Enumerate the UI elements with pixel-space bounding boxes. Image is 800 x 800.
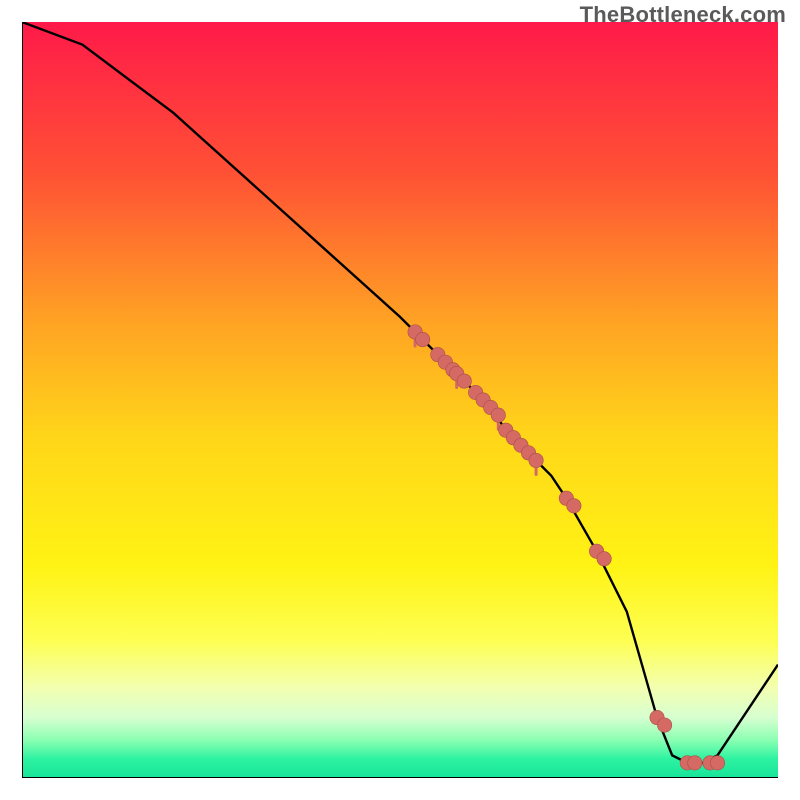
data-point <box>491 408 505 422</box>
data-point <box>710 756 724 770</box>
data-point <box>657 718 671 732</box>
chart-background <box>22 22 778 778</box>
data-point <box>415 332 429 346</box>
data-point <box>597 552 611 566</box>
data-point <box>457 374 471 388</box>
data-point <box>529 453 543 467</box>
chart-svg <box>22 22 778 778</box>
data-point <box>688 756 702 770</box>
data-point <box>567 499 581 513</box>
chart-plot-area <box>22 22 778 778</box>
watermark-text: TheBottleneck.com <box>580 2 786 28</box>
